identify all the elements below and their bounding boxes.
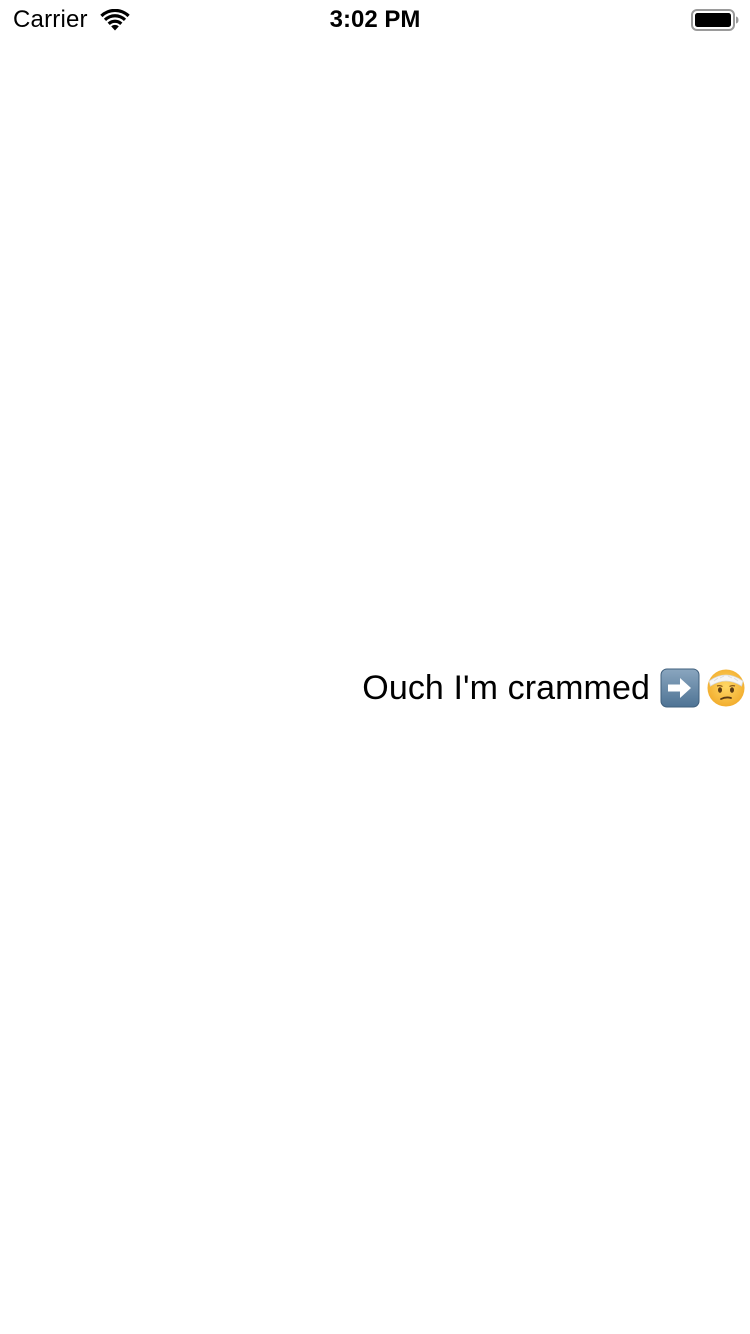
status-time: 3:02 PM (329, 6, 421, 33)
face-with-head-bandage-emoji-icon (707, 669, 745, 707)
crammed-label: Ouch I'm crammed (330, 665, 746, 711)
status-bar: Carrier 3:02 PM (0, 0, 750, 40)
battery-full-icon (691, 9, 739, 31)
crammed-label-text: Ouch I'm crammed (362, 669, 650, 707)
right-arrow-emoji-icon (660, 668, 700, 708)
